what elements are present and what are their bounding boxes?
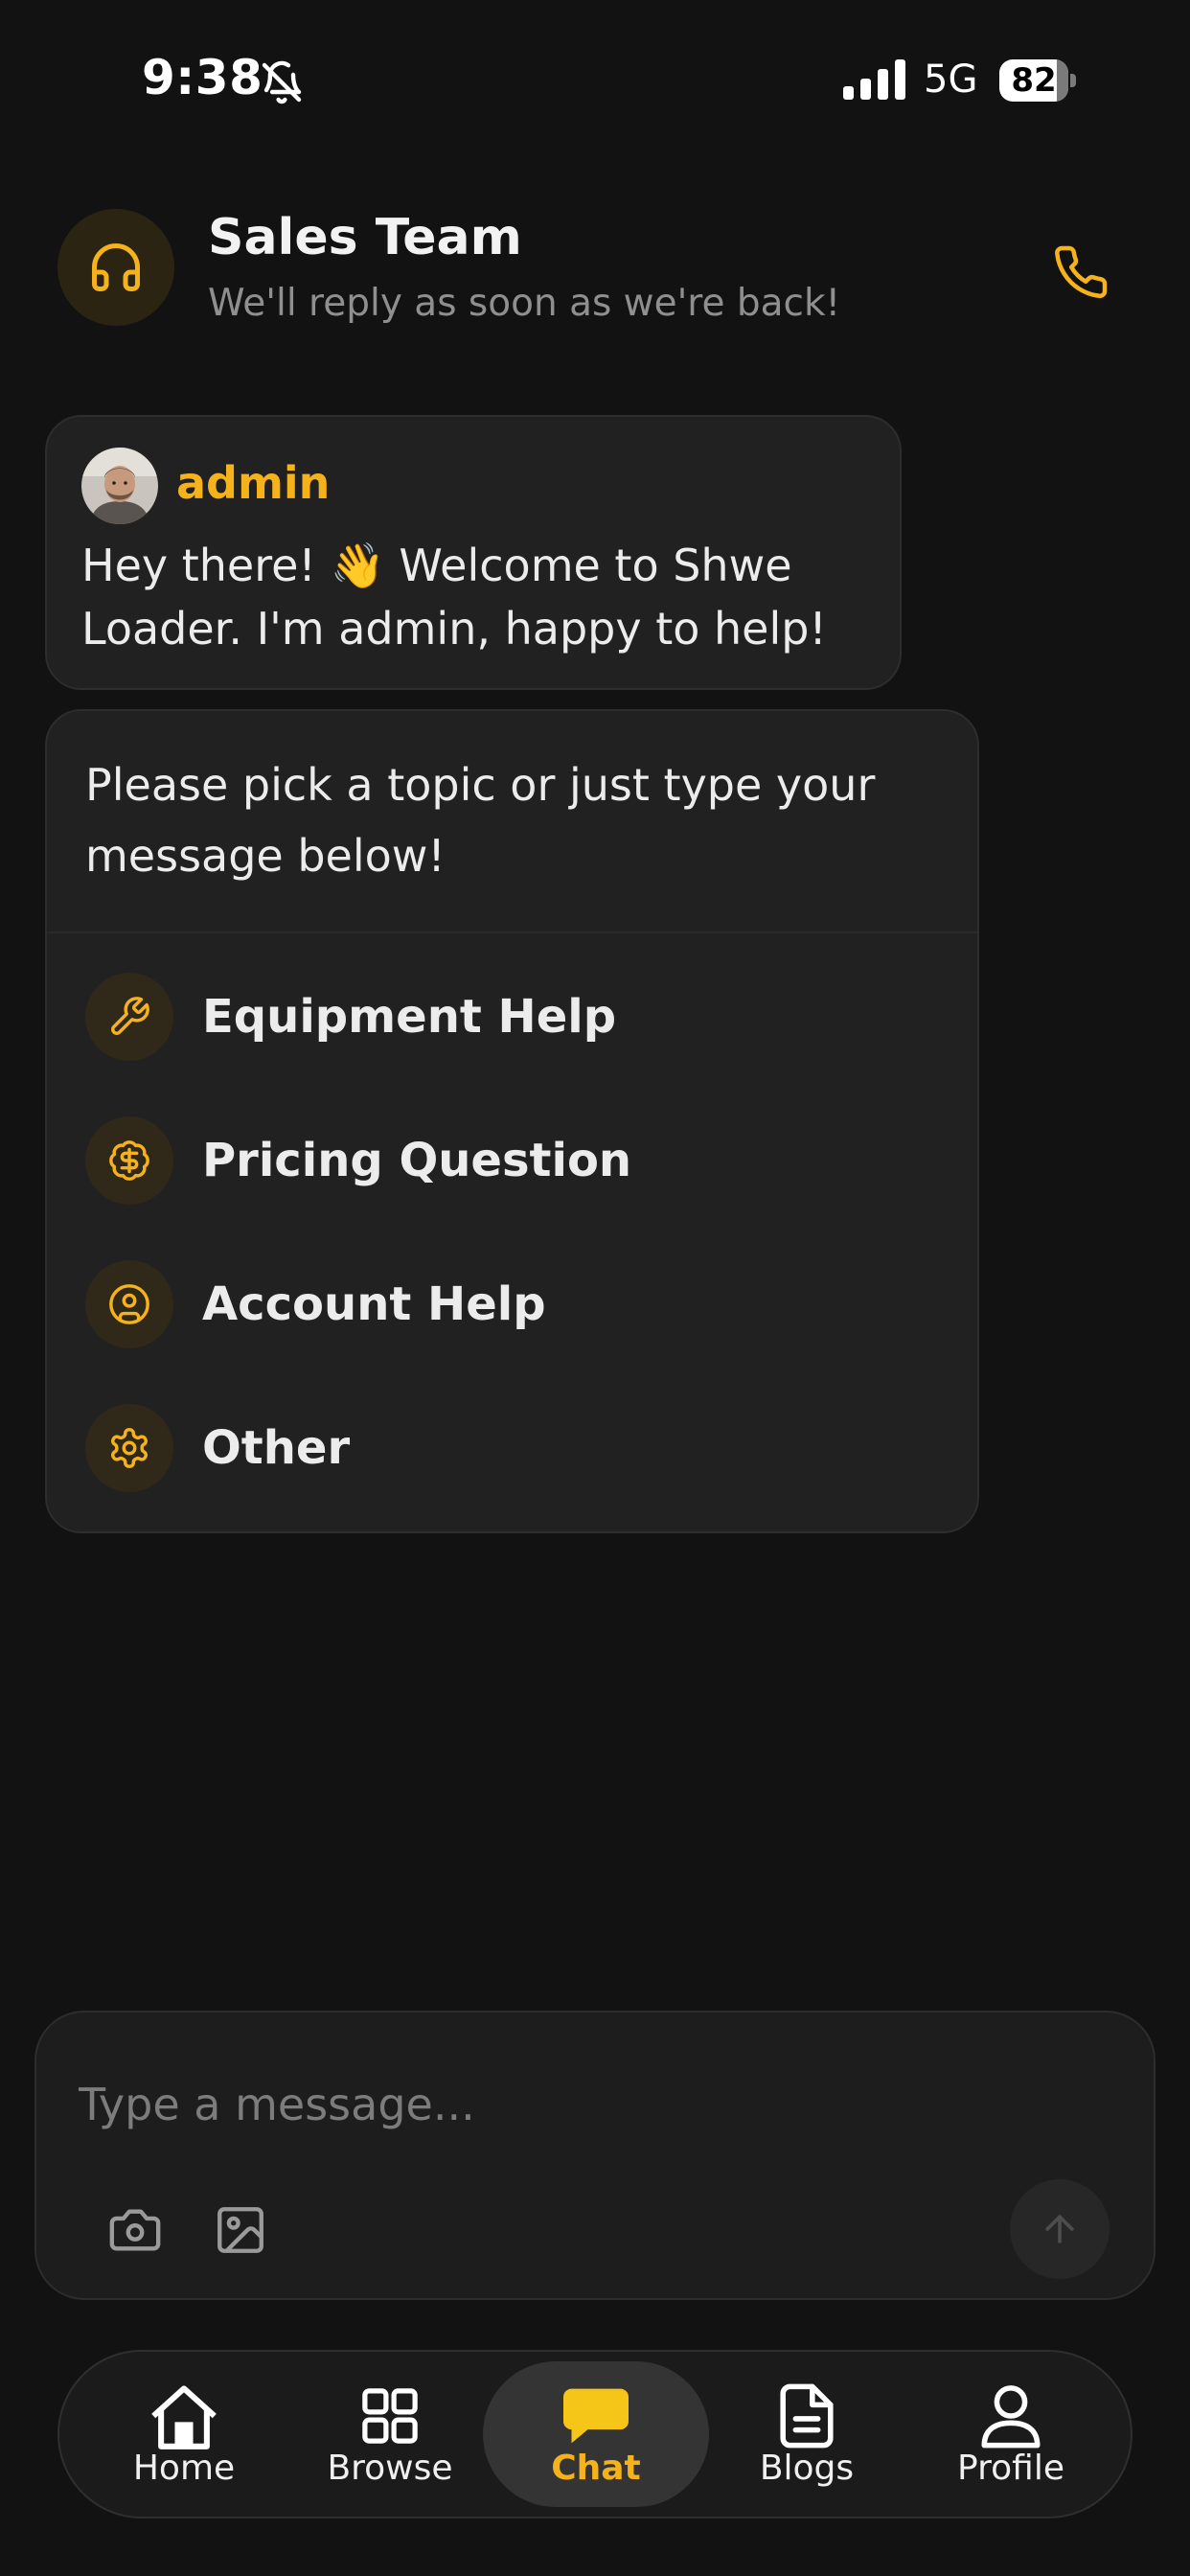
topic-card: Please pick a topic or just type your me… [45, 709, 979, 1533]
nav-item-blogs[interactable]: Blogs [730, 2352, 883, 2517]
nav-label: Home [132, 2448, 236, 2488]
bell-slash-icon [262, 60, 302, 104]
image-icon [217, 2207, 263, 2253]
status-bar: 9:38 5G 82 [0, 0, 1190, 144]
wrench-icon [85, 973, 173, 1061]
user-icon [981, 2384, 1041, 2448]
home-icon [151, 2384, 217, 2450]
topic-label: Pricing Question [202, 1134, 632, 1187]
topic-label: Equipment Help [202, 990, 617, 1044]
topic-label: Other [202, 1421, 351, 1475]
arrow-up-icon [1045, 2215, 1074, 2243]
header-title: Sales Team [208, 209, 522, 266]
gallery-button[interactable] [207, 2196, 274, 2264]
agent-avatar [57, 209, 174, 326]
document-icon [780, 2383, 834, 2448]
message-composer [34, 2011, 1156, 2300]
call-button[interactable] [1046, 238, 1115, 307]
network-label: 5G [924, 58, 978, 102]
chat-bubble-icon [563, 2388, 629, 2443]
battery-level: 82 [1011, 61, 1057, 100]
message-text: Hey there! 👋 Welcome to Shwe Loader. I'm… [81, 540, 827, 655]
message-bubble: admin Hey there! 👋 Welcome to Shwe Loade… [45, 415, 902, 690]
topic-option-other[interactable]: Other [85, 1403, 928, 1493]
topic-option-equipment-help[interactable]: Equipment Help [85, 972, 928, 1062]
chat-header: Sales Team We'll reply as soon as we're … [0, 192, 1190, 355]
battery-icon: 82 [999, 59, 1076, 102]
nav-label: Chat [551, 2448, 641, 2488]
topic-option-pricing-question[interactable]: Pricing Question [85, 1116, 928, 1206]
avatar [81, 448, 158, 524]
status-time: 9:38 [142, 50, 263, 105]
bottom-nav: Home Browse Chat Blogs Profile [57, 2350, 1133, 2518]
camera-icon [109, 2209, 161, 2251]
user-circle-icon [85, 1260, 173, 1348]
nav-label: Profile [957, 2448, 1064, 2488]
nav-item-chat[interactable]: Chat [483, 2361, 709, 2507]
headset-icon [92, 243, 140, 291]
send-button[interactable] [1010, 2179, 1110, 2279]
topic-prompt: Please pick a topic or just type your me… [85, 759, 876, 882]
nav-label: Blogs [759, 2448, 855, 2488]
grid-icon [362, 2387, 418, 2444]
phone-icon [1055, 245, 1108, 299]
nav-item-profile[interactable]: Profile [934, 2352, 1087, 2517]
divider [47, 932, 977, 933]
nav-item-home[interactable]: Home [107, 2352, 261, 2517]
nav-label: Browse [327, 2448, 453, 2488]
camera-button[interactable] [102, 2196, 169, 2264]
signal-icon [843, 59, 905, 100]
header-subtitle: We'll reply as soon as we're back! [208, 282, 841, 325]
nav-item-browse[interactable]: Browse [313, 2352, 467, 2517]
topic-label: Account Help [202, 1277, 546, 1331]
dollar-badge-icon [85, 1116, 173, 1205]
message-input[interactable] [79, 2068, 1037, 2141]
sender-name: admin [176, 457, 331, 509]
topic-option-account-help[interactable]: Account Help [85, 1259, 928, 1349]
gear-icon [85, 1404, 173, 1492]
